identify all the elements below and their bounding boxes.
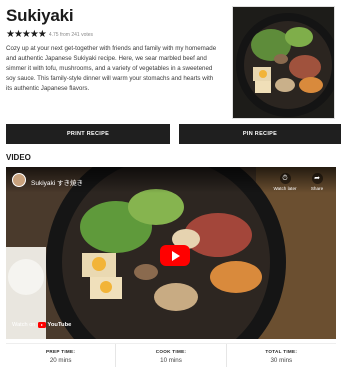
play-icon xyxy=(172,250,180,261)
video-section-heading: VIDEO xyxy=(6,153,31,162)
watch-on-youtube-link[interactable]: Watch on YouTube xyxy=(12,322,71,328)
pin-recipe-button[interactable]: PIN RECIPE xyxy=(179,124,341,144)
cook-time-value: 10 mins xyxy=(160,357,182,364)
video-title[interactable]: Sukiyaki すき焼き xyxy=(31,177,83,187)
share-button[interactable]: ➦ Share xyxy=(302,173,332,191)
prep-time-label: PREP TIME: xyxy=(46,349,76,354)
cook-time-label: COOK TIME: xyxy=(155,349,187,354)
share-label: Share xyxy=(310,186,324,191)
cook-time: COOK TIME: 10 mins xyxy=(115,344,225,367)
print-recipe-button[interactable]: PRINT RECIPE xyxy=(6,124,170,144)
prep-time: PREP TIME: 20 mins xyxy=(6,344,115,367)
prep-time-value: 20 mins xyxy=(49,357,72,364)
youtube-logo-icon: YouTube xyxy=(38,322,71,328)
rating-text: 4.75 from 241 votes xyxy=(48,31,94,38)
recipe-title: Sukiyaki xyxy=(6,6,74,25)
play-button[interactable] xyxy=(160,245,190,266)
watch-later-button[interactable]: ⏱ Watch later xyxy=(270,173,300,191)
total-time: TOTAL TIME: 30 mins xyxy=(225,344,336,367)
total-time-label: TOTAL TIME: xyxy=(265,349,298,354)
share-icon: ➦ xyxy=(311,173,323,184)
video-player[interactable]: Sukiyaki すき焼き ⏱ Watch later ➦ Share Watc… xyxy=(6,167,336,339)
rating[interactable]: ★★★★★ 4.75 from 241 votes xyxy=(6,29,93,40)
total-time-value: 30 mins xyxy=(270,357,293,364)
recipe-card: Sukiyaki ★★★★★ 4.75 from 241 votes Cozy … xyxy=(0,0,341,367)
star-rating-icon[interactable]: ★★★★★ xyxy=(6,29,47,40)
watch-later-label: Watch later xyxy=(273,186,297,191)
recipe-description: Cozy up at your next get-together with f… xyxy=(6,45,217,92)
channel-avatar[interactable] xyxy=(12,173,26,187)
clock-icon: ⏱ xyxy=(279,173,291,184)
recipe-times-row: PREP TIME: 20 mins COOK TIME: 10 mins TO… xyxy=(6,343,336,367)
recipe-thumbnail-image xyxy=(232,6,335,119)
sukiyaki-pot-image xyxy=(233,7,334,118)
watch-on-label: Watch on xyxy=(12,322,36,328)
